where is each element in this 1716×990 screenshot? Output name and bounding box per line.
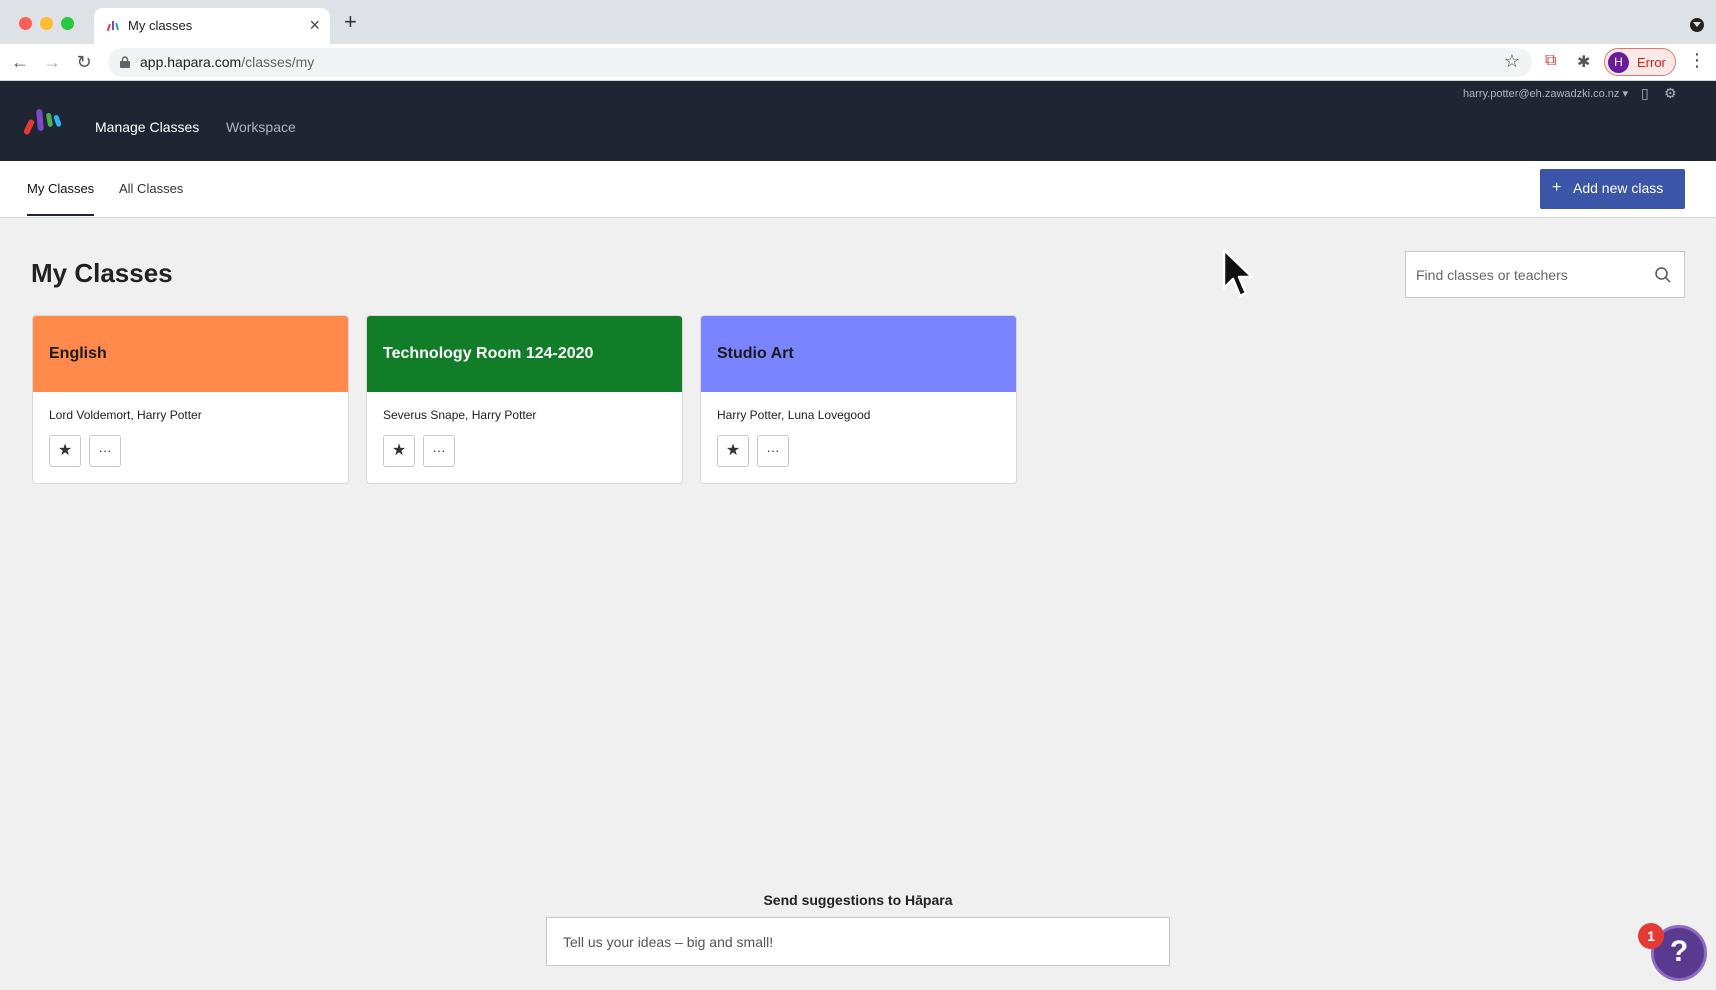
class-card-header[interactable]: Studio Art xyxy=(701,316,1016,392)
url-text: app.hapara.com/classes/my xyxy=(140,54,314,70)
url-host: app.hapara.com xyxy=(140,54,242,70)
address-bar[interactable]: app.hapara.com/classes/my ☆ xyxy=(108,48,1532,77)
class-card[interactable]: Studio Art Harry Potter, Luna Lovegood ★… xyxy=(700,315,1017,484)
add-new-class-button[interactable]: + Add new class xyxy=(1540,169,1685,209)
window-maximize-button[interactable] xyxy=(61,17,74,30)
more-options-button[interactable]: ··· xyxy=(89,435,121,467)
favorite-star-button[interactable]: ★ xyxy=(717,435,749,467)
notification-badge: 1 xyxy=(1638,923,1664,949)
search-icon[interactable] xyxy=(1654,266,1672,284)
class-teachers: Harry Potter, Luna Lovegood xyxy=(717,408,871,422)
hapara-favicon-icon xyxy=(106,21,120,32)
more-options-button[interactable]: ··· xyxy=(423,435,455,467)
bookmark-star-icon[interactable]: ☆ xyxy=(1504,51,1520,72)
gear-icon[interactable]: ⚙ xyxy=(1664,85,1677,102)
favorite-star-button[interactable]: ★ xyxy=(49,435,81,467)
url-path: /classes/my xyxy=(241,54,315,70)
new-tab-icon[interactable]: + xyxy=(344,11,357,33)
class-card[interactable]: English Lord Voldemort, Harry Potter ★ ·… xyxy=(32,315,349,484)
plus-icon: + xyxy=(1552,179,1562,196)
app-header: Manage Classes Workspace harry.potter@eh… xyxy=(0,81,1716,161)
class-name[interactable]: Studio Art xyxy=(717,345,794,363)
profile-status: Error xyxy=(1637,55,1666,70)
suggestions-input[interactable] xyxy=(546,917,1170,966)
favorite-star-button[interactable]: ★ xyxy=(383,435,415,467)
class-teachers: Severus Snape, Harry Potter xyxy=(383,408,537,422)
book-icon[interactable]: ▯ xyxy=(1641,85,1649,102)
tab-title: My classes xyxy=(128,18,193,33)
forward-arrow-icon[interactable]: → xyxy=(40,50,64,74)
class-card[interactable]: Technology Room 124-2020 Severus Snape, … xyxy=(366,315,683,484)
extension-hapara-icon[interactable]: ⧉ xyxy=(1545,52,1556,70)
tab-close-icon[interactable]: × xyxy=(309,15,320,35)
more-options-button[interactable]: ··· xyxy=(757,435,789,467)
browser-menu-icon[interactable]: ⋮ xyxy=(1688,50,1706,71)
class-name[interactable]: Technology Room 124-2020 xyxy=(383,345,593,363)
nav-manage-classes[interactable]: Manage Classes xyxy=(95,119,199,135)
suggestions-label: Send suggestions to Hāpara xyxy=(763,892,953,908)
page-title: My Classes xyxy=(31,258,173,288)
tab-search-icon[interactable] xyxy=(1690,18,1704,32)
tab-my-classes[interactable]: My Classes xyxy=(27,181,95,216)
class-teachers: Lord Voldemort, Harry Potter xyxy=(49,408,202,422)
class-card-header[interactable]: English xyxy=(33,316,348,392)
search-input[interactable] xyxy=(1416,264,1636,286)
profile-avatar: H xyxy=(1608,52,1629,73)
reload-icon[interactable]: ↻ xyxy=(72,50,96,74)
browser-tab-active[interactable]: My classes × xyxy=(94,8,330,44)
browser-toolbar: ← → ↻ app.hapara.com/classes/my ☆ ⧉ ✱ H … xyxy=(0,44,1716,81)
class-card-header[interactable]: Technology Room 124-2020 xyxy=(367,316,682,392)
extensions-puzzle-icon[interactable]: ✱ xyxy=(1577,52,1590,72)
profile-button[interactable]: H Error xyxy=(1604,48,1676,76)
tab-all-classes[interactable]: All Classes xyxy=(119,181,183,196)
nav-workspace[interactable]: Workspace xyxy=(226,119,296,135)
back-arrow-icon[interactable]: ← xyxy=(8,50,32,74)
hapara-logo[interactable] xyxy=(22,107,64,137)
user-account-menu[interactable]: harry.potter@eh.zawadzki.co.nz ▾ xyxy=(1463,87,1628,100)
window-minimize-button[interactable] xyxy=(40,17,53,30)
class-name[interactable]: English xyxy=(49,345,107,363)
search-box xyxy=(1405,251,1685,298)
subnav: My Classes All Classes + Add new class xyxy=(0,161,1716,218)
browser-tabstrip: My classes × + xyxy=(0,0,1716,44)
window-close-button[interactable] xyxy=(19,17,32,30)
mouse-cursor-icon xyxy=(1222,248,1254,298)
lock-icon xyxy=(120,56,130,68)
add-new-class-label: Add new class xyxy=(1573,180,1664,196)
